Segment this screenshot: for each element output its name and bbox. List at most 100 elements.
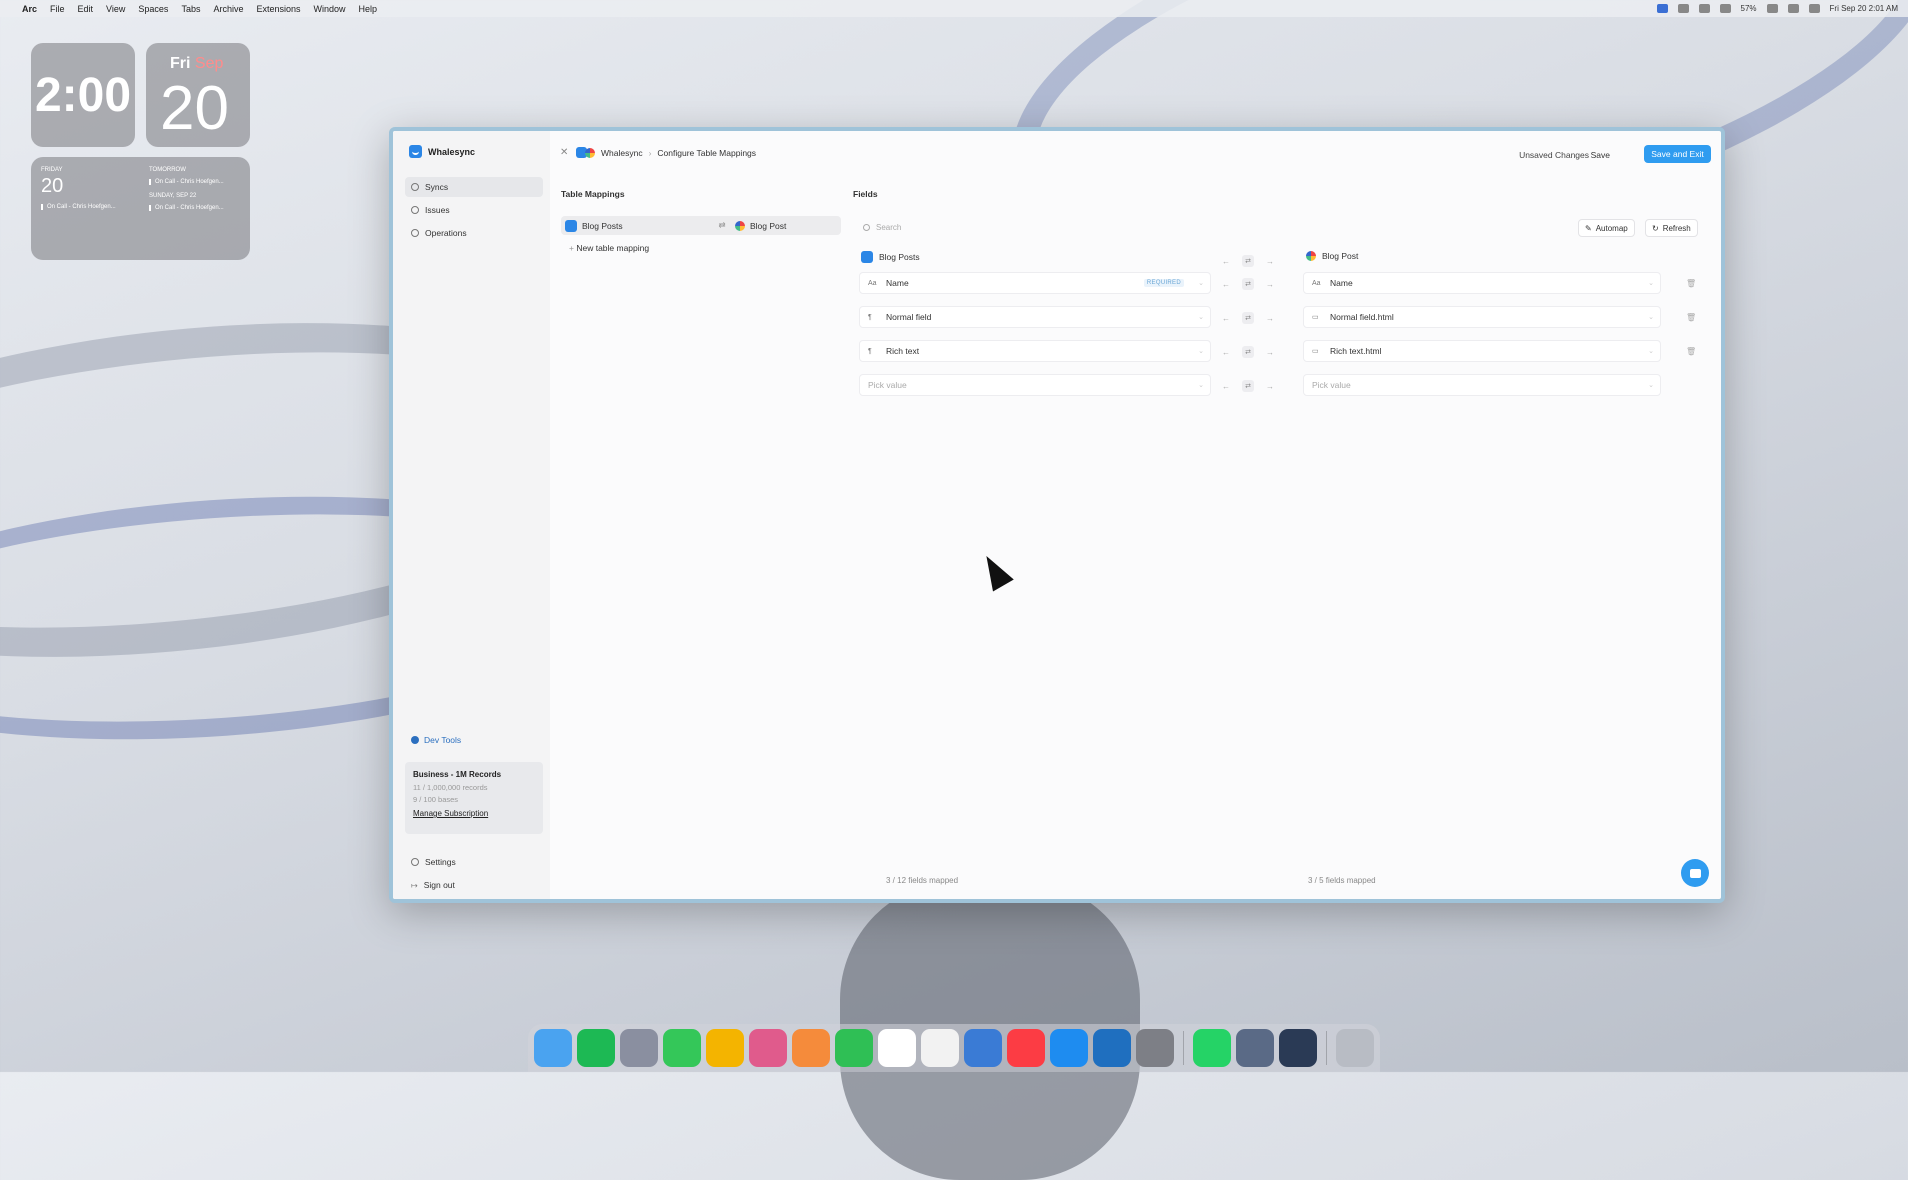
arrow-left-icon[interactable]: ← xyxy=(1222,314,1230,323)
spotify-icon[interactable] xyxy=(577,1029,615,1067)
chevron-down-icon: ⌄ xyxy=(1198,314,1204,321)
menu-archive[interactable]: Archive xyxy=(213,4,243,14)
calendar-icon[interactable] xyxy=(878,1029,916,1067)
right-field-select[interactable]: Aa Name ⌄ xyxy=(1303,272,1661,294)
sidebar-item-issues[interactable]: Issues xyxy=(405,200,543,220)
status-icon[interactable] xyxy=(1698,4,1710,13)
status-icon[interactable] xyxy=(1677,4,1689,13)
facetime-icon[interactable] xyxy=(835,1029,873,1067)
left-field-select[interactable]: ¶ Rich text ⌄ xyxy=(859,340,1211,362)
freeform-icon[interactable] xyxy=(964,1029,1002,1067)
chrome-icon[interactable] xyxy=(706,1029,744,1067)
left-field-select[interactable]: Aa Name REQUIRED ⌄ xyxy=(859,272,1211,294)
launchpad-icon[interactable] xyxy=(620,1029,658,1067)
arrow-left-icon[interactable]: ← xyxy=(1222,382,1230,391)
pick-placeholder: Pick value xyxy=(868,380,907,390)
right-field-select[interactable]: ▭ Rich text.html ⌄ xyxy=(1303,340,1661,362)
close-icon[interactable]: ✕ xyxy=(560,147,568,158)
table-mapping-row[interactable]: Blog Posts ⇄ Blog Post xyxy=(561,216,841,235)
sidebar-item-operations[interactable]: Operations xyxy=(405,223,543,243)
reminders-icon[interactable] xyxy=(921,1029,959,1067)
save-and-exit-button[interactable]: Save and Exit xyxy=(1644,145,1711,163)
right-field-select[interactable]: ▭ Normal field.html ⌄ xyxy=(1303,306,1661,328)
new-table-mapping-button[interactable]: + New table mapping xyxy=(569,243,649,253)
right-pick-value-select[interactable]: Pick value ⌄ xyxy=(1303,374,1661,396)
menu-help[interactable]: Help xyxy=(359,4,378,14)
brand[interactable]: Whalesync xyxy=(409,145,475,158)
arrow-right-icon[interactable]: → xyxy=(1266,348,1274,357)
menu-tabs[interactable]: Tabs xyxy=(181,4,200,14)
menu-app[interactable]: Arc xyxy=(22,4,37,14)
swap-icon[interactable]: ⇄ xyxy=(1242,346,1254,358)
arrow-left-icon[interactable]: ← xyxy=(1222,348,1230,357)
manage-subscription-link[interactable]: Manage Subscription xyxy=(413,809,535,818)
menu-file[interactable]: File xyxy=(50,4,65,14)
trash-icon[interactable]: 🗑 xyxy=(1686,313,1696,322)
trash-icon[interactable]: 🗑 xyxy=(1686,279,1696,288)
chat-support-button[interactable] xyxy=(1681,859,1709,887)
vscode-icon[interactable] xyxy=(1093,1029,1131,1067)
arrow-right-icon[interactable]: → xyxy=(1266,280,1274,289)
screen-record-icon[interactable] xyxy=(1656,4,1668,13)
system-settings-icon[interactable] xyxy=(1136,1029,1174,1067)
save-button[interactable]: Save xyxy=(1585,147,1616,163)
arrow-right-icon[interactable]: → xyxy=(1266,382,1274,391)
left-field-name: Normal field xyxy=(886,312,932,322)
table-mappings-title: Table Mappings xyxy=(561,189,625,199)
app-store-icon[interactable] xyxy=(1050,1029,1088,1067)
refresh-button[interactable]: ↻ Refresh xyxy=(1645,219,1698,237)
breadcrumb: Whalesync › Configure Table Mappings xyxy=(576,147,756,158)
left-field-select[interactable]: ¶ Normal field ⌄ xyxy=(859,306,1211,328)
swap-icon[interactable]: ⇄ xyxy=(1242,312,1254,324)
cal-event: On Call - Chris Hoefgen... xyxy=(149,205,224,211)
sign-out-link[interactable]: ↦ Sign out xyxy=(411,880,455,890)
preview-icon[interactable] xyxy=(1236,1029,1274,1067)
menu-window[interactable]: Window xyxy=(314,4,346,14)
focus-icon[interactable] xyxy=(1719,4,1731,13)
sidebar-item-syncs[interactable]: Syncs xyxy=(405,177,543,197)
wifi-icon[interactable] xyxy=(1766,4,1778,13)
menu-edit[interactable]: Edit xyxy=(78,4,94,14)
chevron-down-icon: ⌄ xyxy=(1198,382,1204,389)
photos-icon[interactable] xyxy=(792,1029,830,1067)
arrow-right-icon[interactable]: → xyxy=(1266,257,1274,266)
arc-icon[interactable] xyxy=(749,1029,787,1067)
right-field-name: Normal field.html xyxy=(1330,312,1394,322)
search-icon[interactable] xyxy=(1787,4,1799,13)
whatsapp-icon[interactable] xyxy=(1193,1029,1231,1067)
control-center-icon[interactable] xyxy=(1808,4,1820,13)
screen-recorder-icon[interactable] xyxy=(1279,1029,1317,1067)
field-search-input[interactable]: Search xyxy=(863,219,1163,235)
gear-icon xyxy=(411,858,419,866)
clock-widget: 2:00 xyxy=(31,43,135,147)
rich-text-type-icon: ¶ xyxy=(868,347,872,355)
automap-button[interactable]: ✎ Automap xyxy=(1578,219,1635,237)
swap-icon[interactable]: ⇄ xyxy=(1242,278,1254,290)
automap-label: Automap xyxy=(1595,223,1628,233)
arrow-left-icon[interactable]: ← xyxy=(1222,280,1230,289)
breadcrumb-app[interactable]: Whalesync xyxy=(601,148,643,158)
chevron-down-icon: ⌄ xyxy=(1648,382,1654,389)
dev-tools-link[interactable]: Dev Tools xyxy=(411,735,461,745)
settings-link[interactable]: Settings xyxy=(411,857,456,867)
menu-view[interactable]: View xyxy=(106,4,125,14)
right-field-name: Name xyxy=(1330,278,1353,288)
menu-spaces[interactable]: Spaces xyxy=(138,4,168,14)
trash-bin-icon[interactable] xyxy=(1336,1029,1374,1067)
cal-label: FRIDAY xyxy=(41,167,63,173)
menu-extensions[interactable]: Extensions xyxy=(256,4,300,14)
swap-icon[interactable]: ⇄ xyxy=(1242,255,1254,267)
finder-icon[interactable] xyxy=(534,1029,572,1067)
music-icon[interactable] xyxy=(1007,1029,1045,1067)
issues-icon xyxy=(411,206,419,214)
battery-label[interactable]: 57% xyxy=(1741,4,1757,13)
messages-icon[interactable] xyxy=(663,1029,701,1067)
plan-card: Business - 1M Records 11 / 1,000,000 rec… xyxy=(405,762,543,834)
left-pick-value-select[interactable]: Pick value ⌄ xyxy=(859,374,1211,396)
calendar-widget: FRIDAY 20 On Call - Chris Hoefgen... TOM… xyxy=(31,157,250,260)
arrow-right-icon[interactable]: → xyxy=(1266,314,1274,323)
trash-icon[interactable]: 🗑 xyxy=(1686,347,1696,356)
swap-icon[interactable]: ⇄ xyxy=(1242,380,1254,392)
arrow-left-icon[interactable]: ← xyxy=(1222,257,1230,266)
menubar-clock[interactable]: Fri Sep 20 2:01 AM xyxy=(1830,4,1898,13)
